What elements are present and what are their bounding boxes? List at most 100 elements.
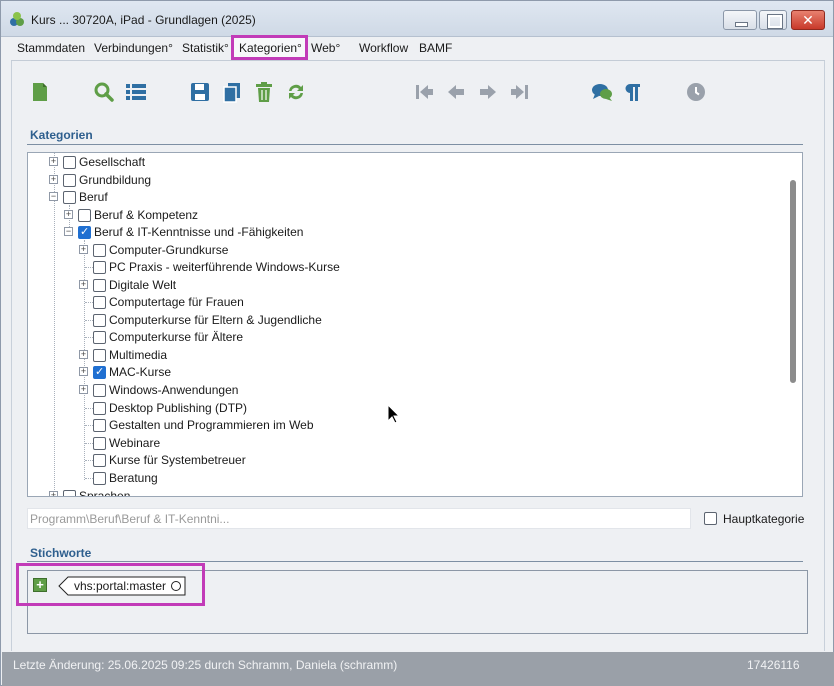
tab-stammdaten[interactable]: Stammdaten xyxy=(17,41,85,55)
hauptkategorie-label: Hauptkategorie xyxy=(723,512,805,526)
close-icon: ✕ xyxy=(802,12,814,28)
tree-checkbox-checked[interactable] xyxy=(78,224,91,241)
tree-checkbox[interactable] xyxy=(93,349,106,362)
first-icon[interactable] xyxy=(413,81,435,105)
tree-checkbox[interactable] xyxy=(63,490,76,496)
tree-checkbox[interactable] xyxy=(93,402,106,415)
collapse-icon[interactable]: − xyxy=(64,227,73,236)
minimize-button[interactable] xyxy=(723,10,757,30)
kategorien-divider xyxy=(27,144,803,145)
tab-web[interactable]: Web° xyxy=(311,41,340,55)
paragraph-icon[interactable] xyxy=(621,81,643,105)
tree-checkbox[interactable] xyxy=(93,244,106,257)
collapse-icon[interactable]: − xyxy=(49,192,58,201)
tree-item-label: PC Praxis - weiterführende Windows-Kurse xyxy=(109,260,340,274)
app-window: Kurs ... 30720A, iPad - Grundlagen (2025… xyxy=(0,0,834,686)
history-clock-icon[interactable] xyxy=(685,81,707,105)
kategorien-heading: Kategorien xyxy=(30,128,93,142)
tree-item-label: Beruf & IT-Kenntnisse und -Fähigkeiten xyxy=(94,225,304,239)
expand-icon[interactable]: + xyxy=(79,245,88,254)
tree-item-label: Computerkurse für Eltern & Jugendliche xyxy=(109,313,322,327)
tree-connector xyxy=(85,302,93,303)
tree-line-root xyxy=(54,153,55,496)
tree-connector xyxy=(85,425,93,426)
keyword-tag[interactable]: vhs:portal:master xyxy=(58,576,186,596)
tree-item-label: Multimedia xyxy=(109,348,168,362)
category-path-field[interactable] xyxy=(27,508,691,529)
mouse-cursor-icon xyxy=(387,404,401,424)
expand-icon[interactable]: + xyxy=(79,385,88,394)
tree-checkbox[interactable] xyxy=(93,296,106,309)
delete-icon[interactable] xyxy=(253,81,275,105)
tab-bar: Stammdaten Verbindungen° Statistik° Kate… xyxy=(11,35,825,61)
keyword-tag-label: vhs:portal:master xyxy=(74,579,167,593)
tree-checkbox[interactable] xyxy=(93,331,106,344)
tree-item-label: Computerkurse für Ältere xyxy=(109,330,244,344)
tree-item-label: Gestalten und Programmieren im Web xyxy=(109,418,314,432)
new-document-icon[interactable] xyxy=(29,81,51,105)
tab-workflow[interactable]: Workflow xyxy=(359,41,408,55)
tree-line-it xyxy=(84,240,85,480)
last-change-text: Letzte Änderung: 25.06.2025 09:25 durch … xyxy=(13,658,398,672)
window-title: Kurs ... 30720A, iPad - Grundlagen (2025… xyxy=(31,13,256,27)
tree-connector xyxy=(85,478,93,479)
comments-icon[interactable] xyxy=(591,81,613,105)
tree-item-label: Desktop Publishing (DTP) xyxy=(109,401,248,415)
add-keyword-button[interactable]: + xyxy=(33,578,47,592)
expand-icon[interactable]: + xyxy=(79,367,88,376)
tree-checkbox[interactable] xyxy=(93,419,106,432)
close-button[interactable]: ✕ xyxy=(791,10,825,30)
expand-icon[interactable]: + xyxy=(79,280,88,289)
tree-connector xyxy=(85,267,93,268)
maximize-button[interactable] xyxy=(759,10,787,30)
tree-checkbox[interactable] xyxy=(63,174,76,187)
last-icon[interactable] xyxy=(509,81,531,105)
search-icon[interactable] xyxy=(93,81,115,105)
hauptkategorie-checkbox[interactable] xyxy=(704,512,717,525)
expand-icon[interactable]: + xyxy=(49,175,58,184)
tree-checkbox[interactable] xyxy=(93,314,106,327)
tree-checkbox[interactable] xyxy=(93,437,106,450)
tree-connector xyxy=(85,408,93,409)
stichworte-divider xyxy=(27,561,803,562)
category-tree[interactable]: + Gesellschaft + Grundbildung − Beruf + … xyxy=(27,152,803,497)
tree-checkbox[interactable] xyxy=(93,454,106,467)
tree-item-label: Kurse für Systembetreuer xyxy=(109,453,246,467)
expand-icon[interactable]: + xyxy=(64,210,73,219)
tree-checkbox[interactable] xyxy=(93,279,106,292)
tree-item-label: Computertage für Frauen xyxy=(109,295,244,309)
tree-item-label: Beruf xyxy=(79,190,108,204)
previous-icon[interactable] xyxy=(445,81,467,105)
save-icon[interactable] xyxy=(189,81,211,105)
tree-connector xyxy=(85,337,93,338)
tree-checkbox[interactable] xyxy=(93,472,106,485)
remove-tag-icon[interactable] xyxy=(171,581,181,591)
tree-item-label: Beratung xyxy=(109,471,158,485)
tab-kategorien[interactable]: Kategorien° xyxy=(239,41,302,55)
tree-item-label: Windows-Anwendungen xyxy=(109,383,239,397)
tree-checkbox[interactable] xyxy=(93,384,106,397)
next-icon[interactable] xyxy=(477,81,499,105)
tree-scrollbar[interactable] xyxy=(790,180,796,383)
tree-checkbox[interactable] xyxy=(93,261,106,274)
tab-bamf[interactable]: BAMF xyxy=(419,41,452,55)
copy-icon[interactable] xyxy=(221,81,243,105)
refresh-icon[interactable] xyxy=(285,81,307,105)
tab-statistik[interactable]: Statistik° xyxy=(182,41,229,55)
list-icon[interactable] xyxy=(125,81,147,105)
status-bar: Letzte Änderung: 25.06.2025 09:25 durch … xyxy=(2,652,834,686)
expand-icon[interactable]: + xyxy=(49,157,58,166)
title-bar[interactable]: Kurs ... 30720A, iPad - Grundlagen (2025… xyxy=(1,1,833,37)
tree-checkbox[interactable] xyxy=(78,209,91,222)
expand-icon[interactable]: + xyxy=(79,350,88,359)
tree-item-label: Digitale Welt xyxy=(109,278,177,292)
tree-checkbox-checked[interactable] xyxy=(93,364,106,381)
tree-checkbox[interactable] xyxy=(63,156,76,169)
tree-item-label: Computer-Grundkurse xyxy=(109,243,229,257)
tree-item-label: Sprachen xyxy=(79,489,131,497)
tab-verbindungen[interactable]: Verbindungen° xyxy=(94,41,173,55)
expand-icon[interactable]: + xyxy=(49,491,58,496)
tree-checkbox[interactable] xyxy=(63,191,76,204)
tree-connector xyxy=(85,460,93,461)
stichworte-heading: Stichworte xyxy=(30,546,92,560)
